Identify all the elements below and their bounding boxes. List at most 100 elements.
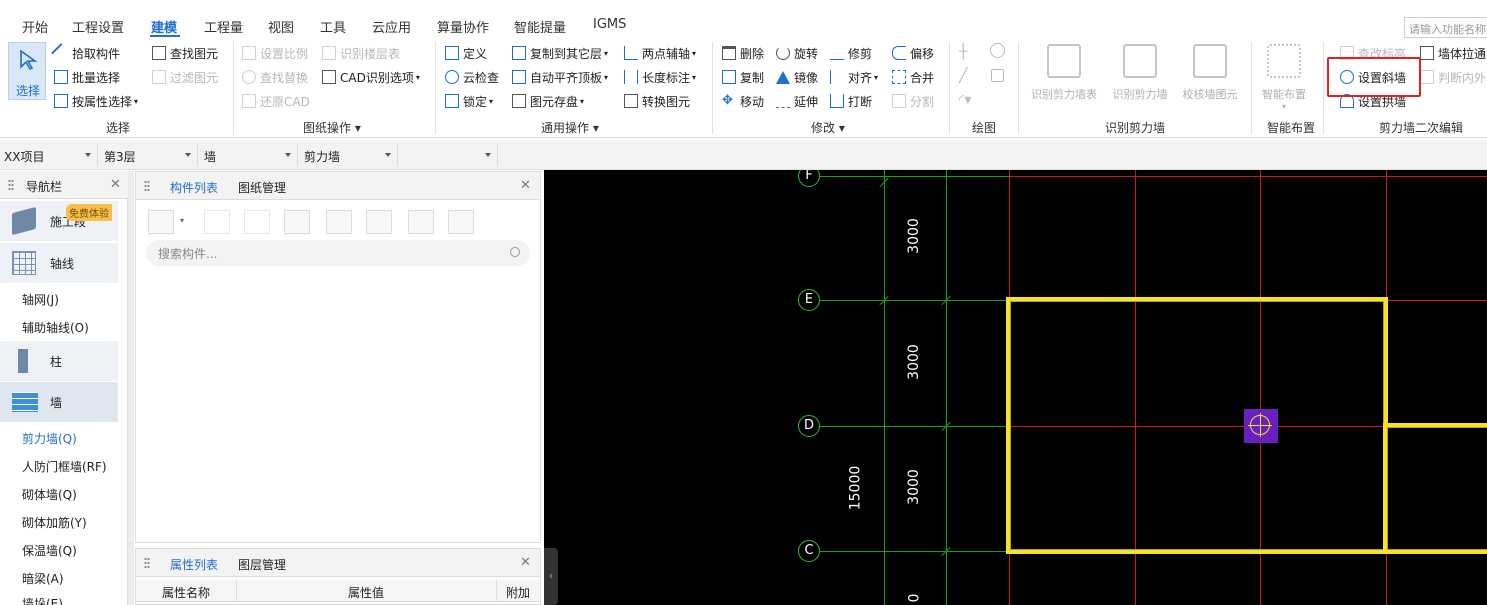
tab-collab[interactable]: 算量协作 (437, 17, 489, 36)
export-icon[interactable] (366, 210, 392, 234)
tab-modeling[interactable]: 建模 (151, 17, 177, 36)
define-button[interactable]: 定义 (445, 43, 487, 63)
rect-draw-icon[interactable] (991, 69, 1004, 82)
nav-item-shear-wall[interactable]: 剪力墙(Q) (22, 430, 77, 447)
nav-item-aux-axis[interactable]: 辅助轴线(O) (22, 319, 89, 336)
merge-button[interactable]: 合并 (892, 67, 934, 87)
recog-floor-table-button[interactable]: 识别楼层表 (322, 43, 400, 63)
align-button[interactable]: 对齐 ▾ (830, 67, 878, 87)
nav-item-hidden-beam[interactable]: 暗梁(A) (22, 570, 64, 587)
tab-project-settings[interactable]: 工程设置 (72, 17, 124, 36)
project-select[interactable]: XX项目 (0, 144, 98, 166)
judge-inner-outer-wall-button[interactable]: 判断内外墙 (1420, 67, 1487, 87)
type-select[interactable]: 剪力墙 (300, 144, 398, 166)
nav-item-construction-section[interactable]: 施工段 免费体验 (0, 201, 118, 241)
lock-button[interactable]: 锁定 ▾ (445, 91, 493, 111)
sort-icon[interactable] (408, 210, 434, 234)
two-point-aux-axis-button[interactable]: 两点辅轴 ▾ (624, 43, 696, 63)
tab-quantity[interactable]: 工程量 (204, 17, 243, 36)
shear-wall-outline[interactable] (1006, 297, 1388, 554)
function-search-input[interactable]: 请输入功能名称 (1404, 17, 1487, 38)
splitter[interactable] (128, 171, 134, 605)
new-component-icon[interactable] (148, 210, 174, 234)
nav-item-civil-defense-wall[interactable]: 人防门框墙(RF) (22, 458, 107, 475)
point-draw-icon[interactable]: ┼ (959, 44, 967, 60)
tab-smart-qty[interactable]: 智能提量 (514, 17, 566, 36)
close-icon[interactable]: ✕ (520, 555, 531, 570)
layer-copy-icon[interactable] (284, 210, 310, 234)
copy-button[interactable]: 复制 (722, 67, 764, 87)
nav-item-wall[interactable]: 墙 (0, 382, 118, 422)
tab-cloud[interactable]: 云应用 (372, 17, 411, 36)
rotate-button[interactable]: 旋转 (776, 43, 818, 63)
cad-recog-options-button[interactable]: CAD识别选项 ▾ (322, 67, 420, 87)
close-icon[interactable]: ✕ (520, 178, 531, 193)
recog-shear-wall-table-button[interactable]: 识别剪力墙表 (1026, 44, 1102, 102)
select-big-button[interactable]: 选择 (8, 42, 46, 100)
mirror-button[interactable]: 镜像 (776, 67, 818, 87)
drawing-canvas[interactable]: ‹ F E D C 3000 3000 3000 15000 0 (544, 170, 1487, 605)
cloud-check-button[interactable]: 云检查 (445, 67, 499, 87)
save-element-button[interactable]: 图元存盘 ▾ (512, 91, 584, 111)
nav-item-column[interactable]: 柱 (0, 341, 118, 381)
grip-icon[interactable] (8, 179, 14, 191)
component-search-input[interactable]: 搜索构件... (146, 240, 530, 266)
nav-item-masonry-wall[interactable]: 砌体墙(Q) (22, 486, 77, 503)
tab-igms[interactable]: IGMS (593, 17, 626, 32)
length-dim-button[interactable]: 长度标注 ▾ (624, 67, 696, 87)
extend-button[interactable]: 延伸 (776, 91, 818, 111)
category-select[interactable]: 墙 (200, 144, 298, 166)
grip-icon[interactable] (144, 180, 150, 192)
select-by-attr-button[interactable]: 按属性选择 ▾ (54, 91, 138, 111)
split-button[interactable]: 分割 (892, 91, 934, 111)
break-button[interactable]: 打断 (830, 91, 872, 111)
arc-draw-icon[interactable]: ◜▾ (959, 92, 971, 108)
tab-layer-management[interactable]: 图层管理 (238, 556, 286, 573)
grip-icon[interactable] (144, 557, 150, 569)
nav-item-masonry-rebar[interactable]: 砌体加筋(Y) (22, 514, 87, 531)
recog-shear-wall-button[interactable]: 识别剪力墙 (1108, 44, 1172, 102)
batch-select-button[interactable]: 批量选择 (54, 67, 120, 87)
restore-cad-button[interactable]: 还原CAD (242, 91, 310, 111)
close-icon[interactable]: ✕ (110, 177, 121, 192)
modify-group-label[interactable]: 修改 ▾ (811, 119, 845, 136)
tab-tools[interactable]: 工具 (320, 17, 346, 36)
pick-component-button[interactable]: 拾取构件 (51, 43, 120, 63)
move-button[interactable]: ✥ 移动 (722, 91, 764, 111)
drawing-group-label[interactable]: 图纸操作 ▾ (303, 119, 361, 136)
auto-align-slab-button[interactable]: 自动平齐顶板 ▾ (512, 67, 608, 87)
tab-property-list[interactable]: 属性列表 (170, 556, 218, 573)
import-icon[interactable] (326, 210, 352, 234)
common-group-label[interactable]: 通用操作 ▾ (541, 119, 599, 136)
convert-element-button[interactable]: 转换图元 (624, 91, 690, 111)
nav-item-axis-grid[interactable]: 轴网(J) (22, 291, 59, 308)
set-scale-button[interactable]: 设置比例 (242, 43, 308, 63)
tab-start[interactable]: 开始 (22, 17, 48, 36)
chevron-down-icon[interactable]: ▾ (180, 216, 184, 225)
offset-button[interactable]: 偏移 (892, 43, 934, 63)
filter-list-icon[interactable] (448, 210, 474, 234)
nav-item-wall-pier[interactable]: 墙垛(E) (22, 595, 63, 605)
nav-item-axis[interactable]: 轴线 (0, 243, 118, 283)
copy-to-other-floor-button[interactable]: 复制到其它层 ▾ (512, 43, 608, 63)
delete-component-icon[interactable] (244, 210, 270, 234)
line-draw-icon[interactable]: ╱ (959, 68, 967, 84)
tab-component-list[interactable]: 构件列表 (170, 179, 218, 196)
wall-pull-through-button[interactable]: 墙体拉通 (1420, 43, 1486, 63)
trim-button[interactable]: 修剪 (830, 43, 872, 63)
find-replace-button[interactable]: 查找替换 (242, 67, 308, 87)
copy-component-icon[interactable] (204, 210, 230, 234)
floor-select[interactable]: 第3层 (100, 144, 198, 166)
check-wall-elements-button[interactable]: 校核墙图元 (1178, 44, 1242, 102)
collapse-panel-handle[interactable]: ‹ (544, 548, 558, 605)
find-element-button[interactable]: 查找图元 (152, 43, 218, 63)
rotate-point-icon[interactable] (990, 43, 1005, 58)
nav-item-insulation-wall[interactable]: 保温墙(Q) (22, 542, 77, 559)
component-select[interactable] (400, 144, 498, 166)
smart-layout-button[interactable]: 智能布置 ▾ (1256, 44, 1312, 111)
shear-wall-outline[interactable] (1383, 423, 1487, 554)
tab-drawing-management[interactable]: 图纸管理 (238, 179, 286, 196)
delete-button[interactable]: 删除 (722, 43, 764, 63)
filter-element-button[interactable]: 过滤图元 (152, 67, 218, 87)
tab-view[interactable]: 视图 (268, 17, 294, 36)
